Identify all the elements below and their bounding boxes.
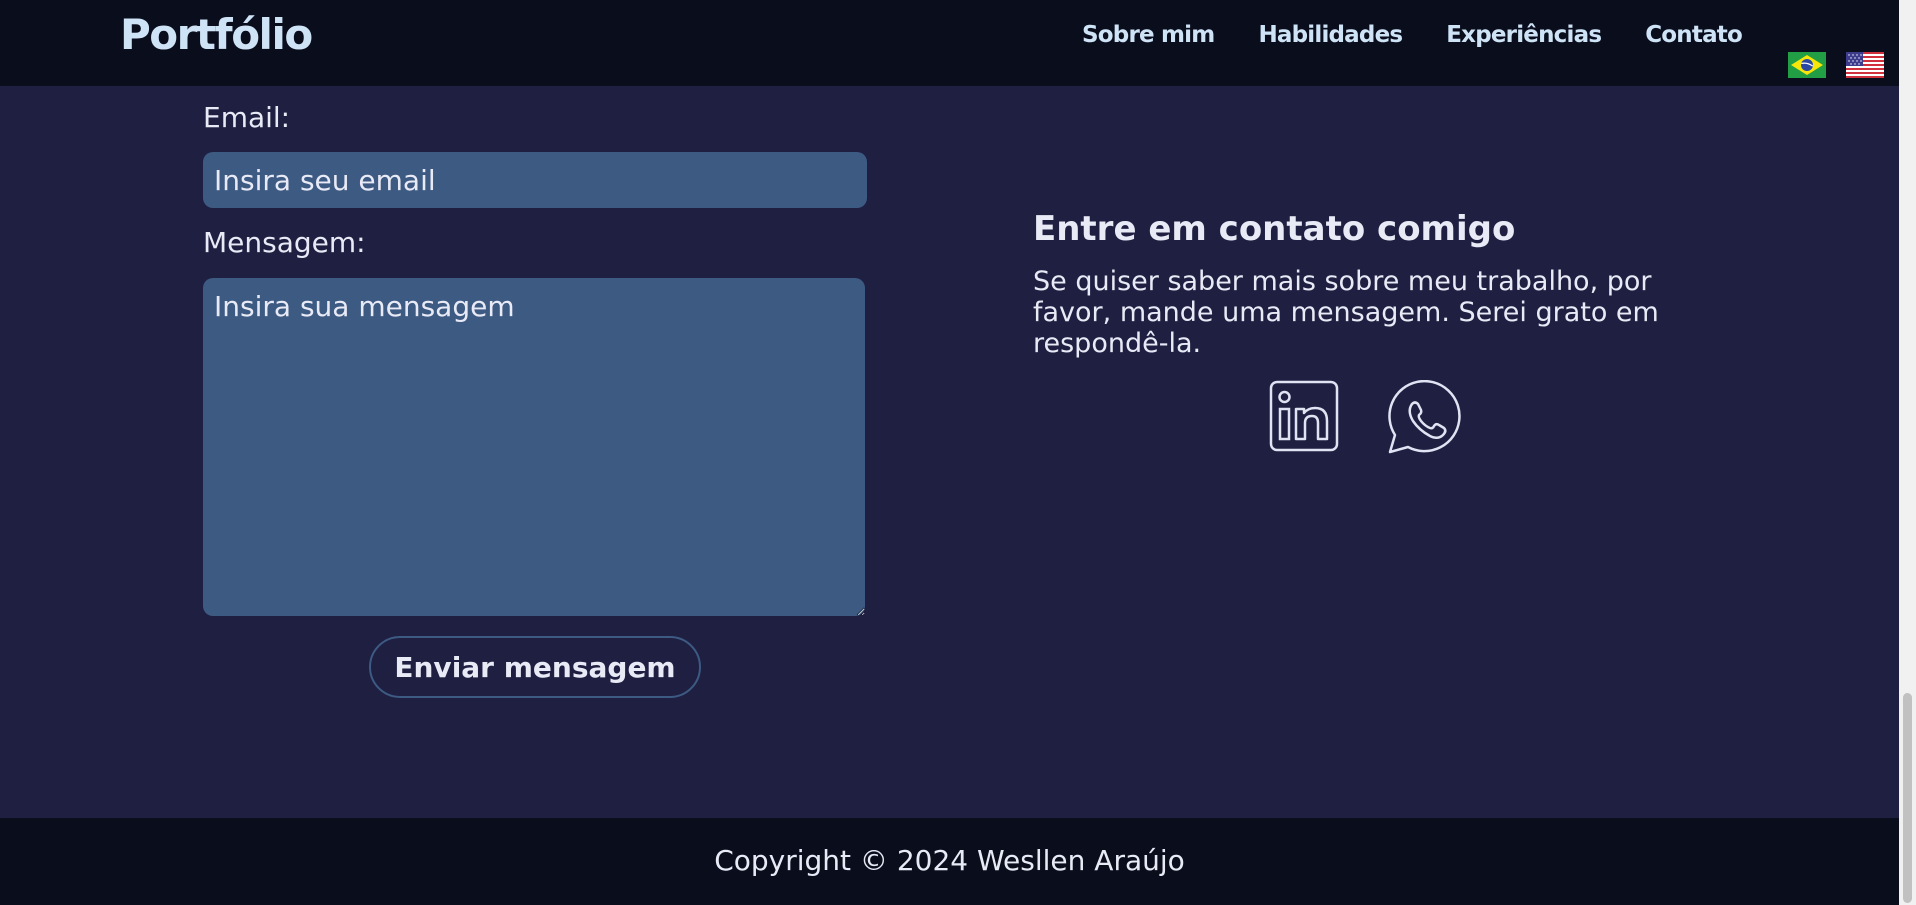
nav-experiencias[interactable]: Experiências xyxy=(1446,22,1602,48)
page: Portfólio Sobre mim Habilidades Experiên… xyxy=(0,0,1916,905)
message-label: Mensagem: xyxy=(203,226,366,259)
nav-habilidades[interactable]: Habilidades xyxy=(1258,22,1403,48)
email-label: Email: xyxy=(203,101,291,134)
copyright-text: Copyright © 2024 Wesllen Araújo xyxy=(714,844,1185,877)
linkedin-icon[interactable] xyxy=(1269,380,1339,452)
contact-title: Entre em contato comigo xyxy=(1033,209,1516,249)
main-nav: Sobre mim Habilidades Experiências Conta… xyxy=(1082,22,1743,48)
language-switcher xyxy=(1788,52,1884,78)
usa-flag-icon[interactable] xyxy=(1846,52,1884,78)
nav-sobre-mim[interactable]: Sobre mim xyxy=(1082,22,1215,48)
page-scrollbar[interactable] xyxy=(1899,0,1916,905)
contact-text: Se quiser saber mais sobre meu trabalho,… xyxy=(1033,266,1659,359)
top-header: Portfólio Sobre mim Habilidades Experiên… xyxy=(0,0,1899,86)
page-footer: Copyright © 2024 Wesllen Araújo xyxy=(0,818,1899,905)
brazil-flag-icon[interactable] xyxy=(1788,52,1826,78)
send-message-button[interactable]: Enviar mensagem xyxy=(369,636,701,698)
logo[interactable]: Portfólio xyxy=(120,10,313,59)
nav-contato[interactable]: Contato xyxy=(1645,22,1743,48)
whatsapp-icon[interactable] xyxy=(1385,380,1462,456)
message-textarea[interactable] xyxy=(203,278,865,616)
email-input[interactable] xyxy=(203,152,867,208)
scrollbar-thumb[interactable] xyxy=(1903,693,1912,903)
